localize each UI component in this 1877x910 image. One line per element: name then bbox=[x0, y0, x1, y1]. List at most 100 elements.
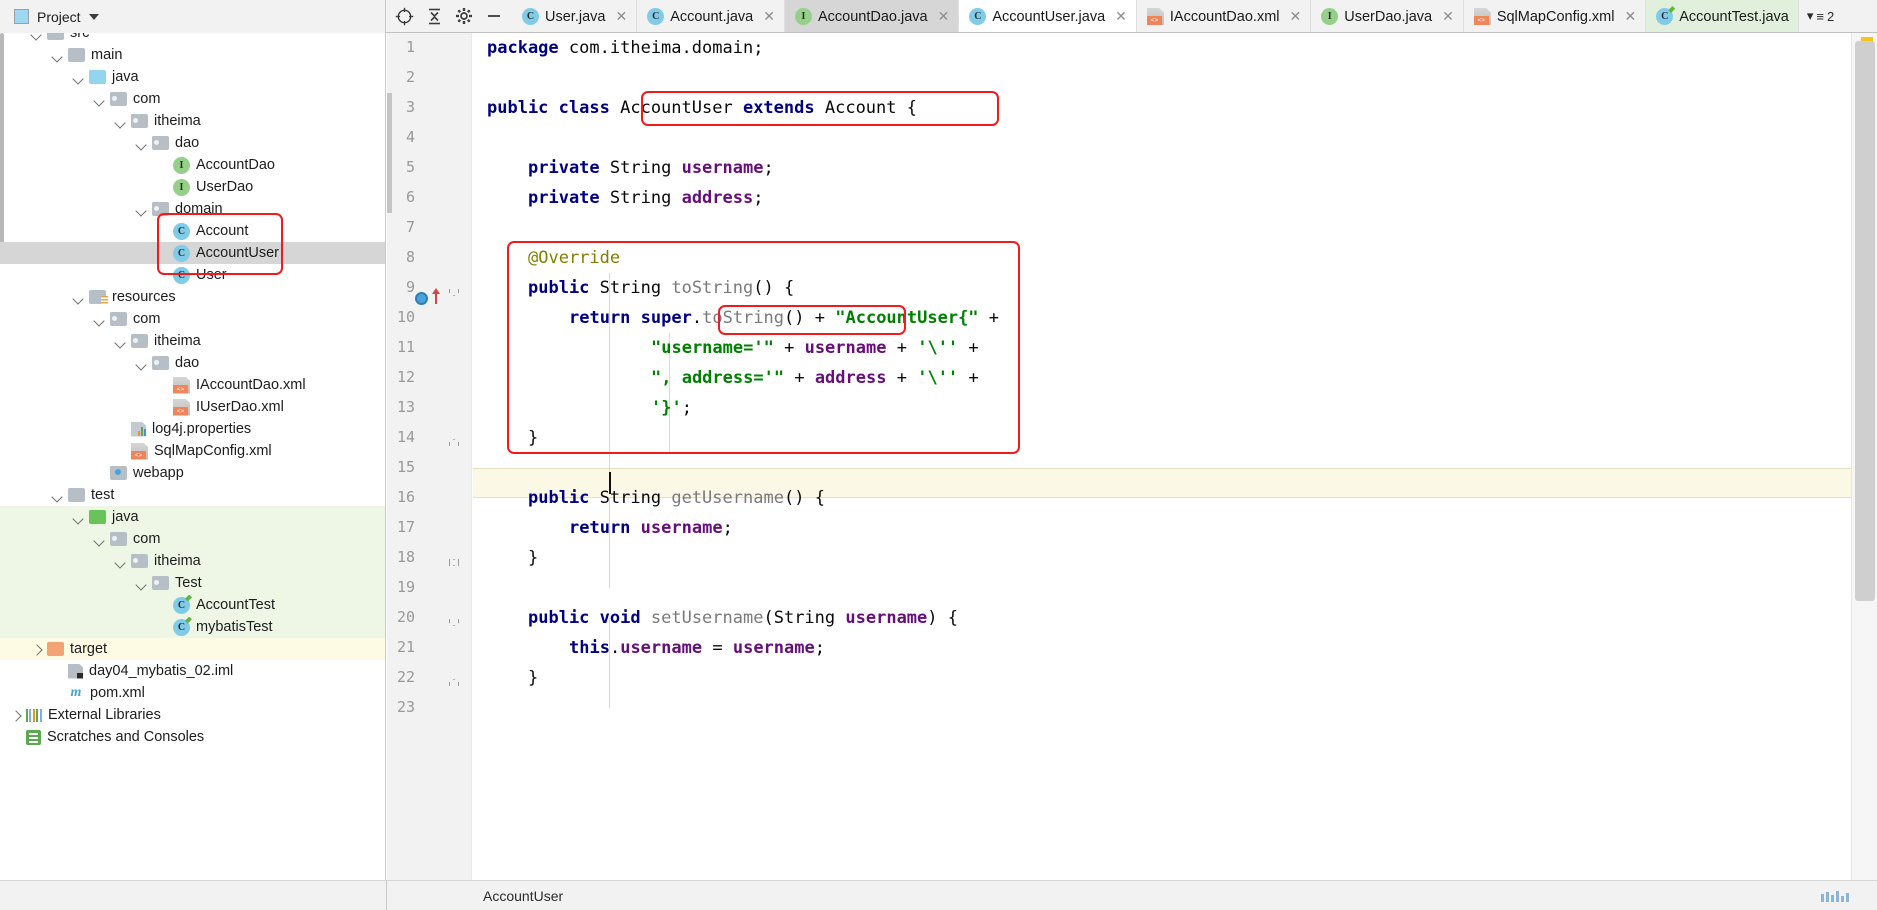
code-line[interactable] bbox=[473, 453, 1851, 483]
editor-tab-sqlmapconfig-xml[interactable]: SqlMapConfig.xml ✕ bbox=[1464, 0, 1647, 32]
tree-item-iaccountdao-xml[interactable]: IAccountDao.xml bbox=[0, 374, 385, 396]
code-line[interactable]: return super.toString() + "AccountUser{"… bbox=[473, 303, 1851, 333]
memory-indicator-icon[interactable] bbox=[1821, 889, 1867, 902]
tree-item-mybatistest[interactable]: CmybatisTest bbox=[0, 616, 385, 638]
tree-item-src[interactable]: src bbox=[0, 33, 385, 44]
tree-item-main[interactable]: main bbox=[0, 44, 385, 66]
fold-icon[interactable] bbox=[449, 679, 459, 686]
code-line[interactable]: public String getUsername() { bbox=[473, 483, 1851, 513]
chevron-down-icon[interactable] bbox=[136, 204, 147, 215]
tree-item-test[interactable]: Test bbox=[0, 572, 385, 594]
settings-gear-icon[interactable] bbox=[450, 2, 478, 30]
chevron-down-icon[interactable] bbox=[136, 138, 147, 149]
tree-item-domain[interactable]: domain bbox=[0, 198, 385, 220]
tree-item-accounttest[interactable]: C AccountTest bbox=[0, 594, 385, 616]
tree-item-com[interactable]: com bbox=[0, 88, 385, 110]
code-editor[interactable]: 1 2 3 4 5 6 7 8 9 10 11 12 13 14 15 16 17 18 19 20 21 22 23 pa… bbox=[387, 33, 1877, 910]
tree-item-day04-mybatis-02-iml[interactable]: day04_mybatis_02.iml bbox=[0, 660, 385, 682]
editor-right-marker-bar[interactable] bbox=[1851, 33, 1877, 880]
tree-item-target[interactable]: target bbox=[0, 638, 385, 660]
tree-item-pom-xml[interactable]: m pom.xml bbox=[0, 682, 385, 704]
tree-item-accountuser[interactable]: C AccountUser bbox=[0, 242, 385, 264]
close-icon[interactable]: ✕ bbox=[763, 8, 775, 25]
tree-item-webapp[interactable]: webapp bbox=[0, 462, 385, 484]
chevron-down-icon[interactable] bbox=[73, 292, 84, 303]
chevron-down-icon[interactable]: ▾ bbox=[1807, 8, 1814, 24]
tree-item-com[interactable]: com bbox=[0, 308, 385, 330]
collapse-all-icon[interactable] bbox=[420, 2, 448, 30]
close-icon[interactable]: ✕ bbox=[1290, 8, 1302, 25]
editor-tab-user-java[interactable]: C User.java ✕ bbox=[512, 0, 638, 32]
chevron-right-icon[interactable] bbox=[31, 644, 42, 655]
tree-item-external-libraries[interactable]: External Libraries bbox=[0, 704, 385, 726]
code-line[interactable]: } bbox=[473, 663, 1851, 693]
code-line[interactable]: public void setUsername(String username)… bbox=[473, 603, 1851, 633]
chevron-down-icon[interactable] bbox=[94, 314, 105, 325]
close-icon[interactable]: ✕ bbox=[938, 8, 950, 25]
code-line[interactable] bbox=[473, 693, 1851, 723]
code-line[interactable] bbox=[473, 123, 1851, 153]
fold-icon[interactable] bbox=[449, 619, 459, 626]
chevron-down-icon[interactable] bbox=[94, 94, 105, 105]
close-icon[interactable]: ✕ bbox=[615, 8, 627, 25]
tree-item-com[interactable]: com bbox=[0, 528, 385, 550]
tree-item-log4j-properties[interactable]: log4j.properties bbox=[0, 418, 385, 440]
editor-vertical-scrollbar[interactable] bbox=[1855, 41, 1875, 601]
breadcrumb[interactable]: AccountUser bbox=[483, 888, 563, 904]
code-line[interactable]: package com.itheima.domain; bbox=[473, 33, 1851, 63]
editor-gutter[interactable]: 1 2 3 4 5 6 7 8 9 10 11 12 13 14 15 16 17 18 19 20 21 22 23 bbox=[387, 33, 472, 880]
chevron-down-icon[interactable] bbox=[136, 578, 147, 589]
tree-item-userdao[interactable]: I UserDao bbox=[0, 176, 385, 198]
project-tree-panel[interactable]: src main java com itheima dao I AccountDao I User… bbox=[0, 33, 386, 910]
code-line[interactable]: public class AccountUser extends Account… bbox=[473, 93, 1851, 123]
tree-item-user[interactable]: C User bbox=[0, 264, 385, 286]
chevron-down-icon[interactable] bbox=[115, 556, 126, 567]
editor-tab-accounttest-java[interactable]: C AccountTest.java bbox=[1646, 0, 1799, 32]
tree-item-dao[interactable]: dao bbox=[0, 132, 385, 154]
chevron-down-icon[interactable] bbox=[52, 50, 63, 61]
project-panel-header[interactable]: Project bbox=[0, 0, 386, 33]
close-icon[interactable]: ✕ bbox=[1442, 8, 1454, 25]
code-line[interactable]: ", address='" + address + '\'' + bbox=[473, 363, 1851, 393]
tab-overflow[interactable]: ▾ ≡ 2 bbox=[1799, 0, 1842, 32]
editor-tab-account-java[interactable]: C Account.java ✕ bbox=[637, 0, 785, 32]
tree-item-iuserdao-xml[interactable]: IUserDao.xml bbox=[0, 396, 385, 418]
tree-item-dao[interactable]: dao bbox=[0, 352, 385, 374]
code-line[interactable]: this.username = username; bbox=[473, 633, 1851, 663]
tree-item-account[interactable]: C Account bbox=[0, 220, 385, 242]
chevron-down-icon[interactable] bbox=[52, 490, 63, 501]
tree-item-itheima[interactable]: itheima bbox=[0, 330, 385, 352]
code-line[interactable]: private String address; bbox=[473, 183, 1851, 213]
code-line[interactable]: } bbox=[473, 543, 1851, 573]
code-line[interactable]: '}'; bbox=[473, 393, 1851, 423]
tree-item-itheima[interactable]: itheima bbox=[0, 550, 385, 572]
close-icon[interactable]: ✕ bbox=[1624, 8, 1636, 25]
chevron-down-icon[interactable] bbox=[115, 116, 126, 127]
chevron-down-icon[interactable] bbox=[73, 72, 84, 83]
editor-tab-iaccountdao-xml[interactable]: IAccountDao.xml ✕ bbox=[1137, 0, 1312, 32]
locate-icon[interactable] bbox=[390, 2, 418, 30]
tree-item-accountdao[interactable]: I AccountDao bbox=[0, 154, 385, 176]
tree-item-test[interactable]: test bbox=[0, 484, 385, 506]
overridden-method-icon[interactable] bbox=[415, 292, 428, 305]
fold-icon[interactable] bbox=[449, 289, 459, 296]
chevron-down-icon[interactable] bbox=[88, 13, 99, 20]
close-icon[interactable]: ✕ bbox=[1115, 8, 1127, 25]
tree-item-itheima[interactable]: itheima bbox=[0, 110, 385, 132]
code-line[interactable]: "username='" + username + '\'' + bbox=[473, 333, 1851, 363]
code-line[interactable] bbox=[473, 213, 1851, 243]
fold-icon[interactable] bbox=[449, 439, 459, 446]
code-line[interactable]: private String username; bbox=[473, 153, 1851, 183]
code-line[interactable]: } bbox=[473, 423, 1851, 453]
chevron-down-icon[interactable] bbox=[136, 358, 147, 369]
tree-item-scratches-and-consoles[interactable]: Scratches and Consoles bbox=[0, 726, 385, 748]
chevron-down-icon[interactable] bbox=[73, 512, 84, 523]
code-line[interactable] bbox=[473, 63, 1851, 93]
code-line[interactable]: return username; bbox=[473, 513, 1851, 543]
tree-item-java[interactable]: java bbox=[0, 66, 385, 88]
chevron-right-icon[interactable] bbox=[10, 710, 21, 721]
chevron-down-icon[interactable] bbox=[94, 534, 105, 545]
code-text-area[interactable]: package com.itheima.domain; public class … bbox=[473, 33, 1851, 880]
tree-item-sqlmapconfig-xml[interactable]: SqlMapConfig.xml bbox=[0, 440, 385, 462]
code-line[interactable] bbox=[473, 573, 1851, 603]
